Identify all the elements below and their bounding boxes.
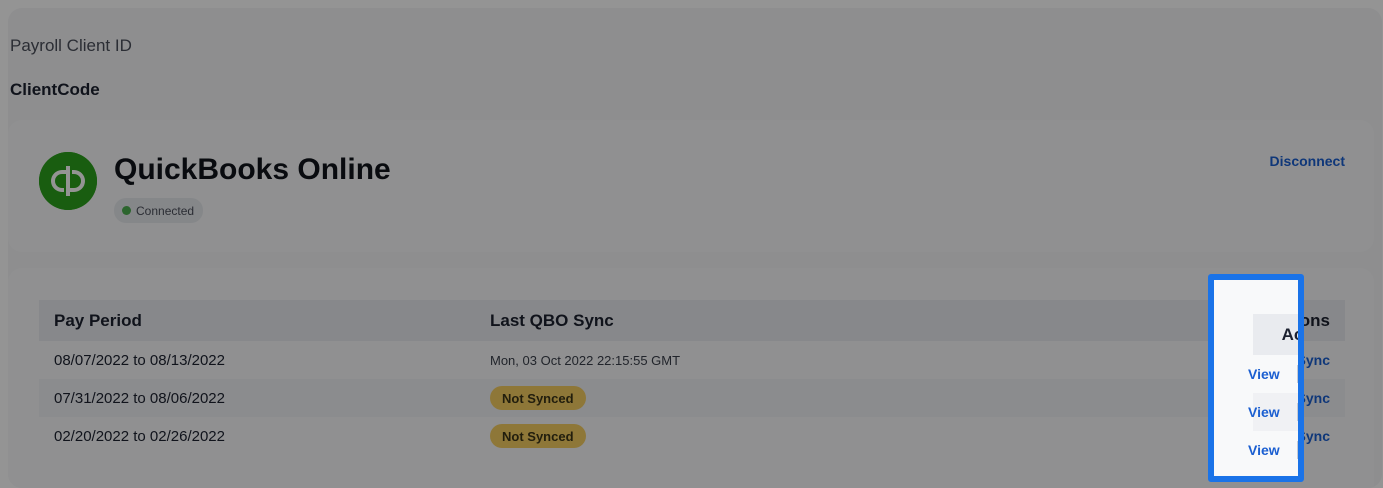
pay-period-cell: 08/07/2022 to 08/13/2022 (54, 351, 225, 369)
spotlight-header-actions: Actions (1281, 324, 1304, 344)
pay-period-table-card: Pay Period Last QBO Sync Actions 08/07/2… (8, 268, 1374, 488)
table-header-row: Pay Period Last QBO Sync Actions (39, 300, 1345, 341)
integration-title: QuickBooks Online (114, 153, 391, 186)
action-separator (1297, 365, 1298, 383)
highlight-spotlight: Actions View View View (1214, 280, 1304, 476)
table-row: 02/20/2022 to 02/26/2022 Not Synced View… (39, 417, 1345, 455)
action-separator (1297, 403, 1298, 421)
payroll-client-id-label: Payroll Client ID (10, 36, 132, 55)
disconnect-link[interactable]: Disconnect (1270, 153, 1345, 169)
view-actions-highlight: Actions View View View (1208, 274, 1304, 482)
action-separator (1297, 441, 1298, 459)
not-synced-badge: Not Synced (490, 386, 586, 410)
last-sync-cell: Not Synced (490, 417, 586, 455)
page: Payroll Client ID ClientCode QuickBooks … (8, 8, 1382, 488)
pay-period-cell: 07/31/2022 to 08/06/2022 (54, 389, 225, 407)
view-link[interactable]: View (1248, 393, 1280, 431)
header-pay-period: Pay Period (54, 310, 142, 330)
status-dot-icon (122, 206, 131, 215)
view-link[interactable]: View (1248, 431, 1280, 469)
table-row: 07/31/2022 to 08/06/2022 Not Synced View… (39, 379, 1345, 417)
table-row: 08/07/2022 to 08/13/2022 Mon, 03 Oct 202… (39, 341, 1345, 379)
connection-status-text: Connected (136, 203, 195, 218)
last-sync-cell: Mon, 03 Oct 2022 22:15:55 GMT (490, 352, 681, 368)
client-code-value: ClientCode (10, 80, 100, 99)
header-last-qbo-sync: Last QBO Sync (490, 310, 614, 330)
pay-period-table: Pay Period Last QBO Sync Actions 08/07/2… (39, 300, 1345, 455)
not-synced-badge: Not Synced (490, 424, 586, 448)
connection-status-badge: Connected (114, 198, 204, 223)
view-link[interactable]: View (1248, 355, 1280, 393)
last-sync-cell: Not Synced (490, 379, 586, 417)
pay-period-cell: 02/20/2022 to 02/26/2022 (54, 427, 225, 445)
integration-card: QuickBooks Online Connected Disconnect (8, 120, 1374, 252)
quickbooks-logo-icon (39, 152, 97, 210)
